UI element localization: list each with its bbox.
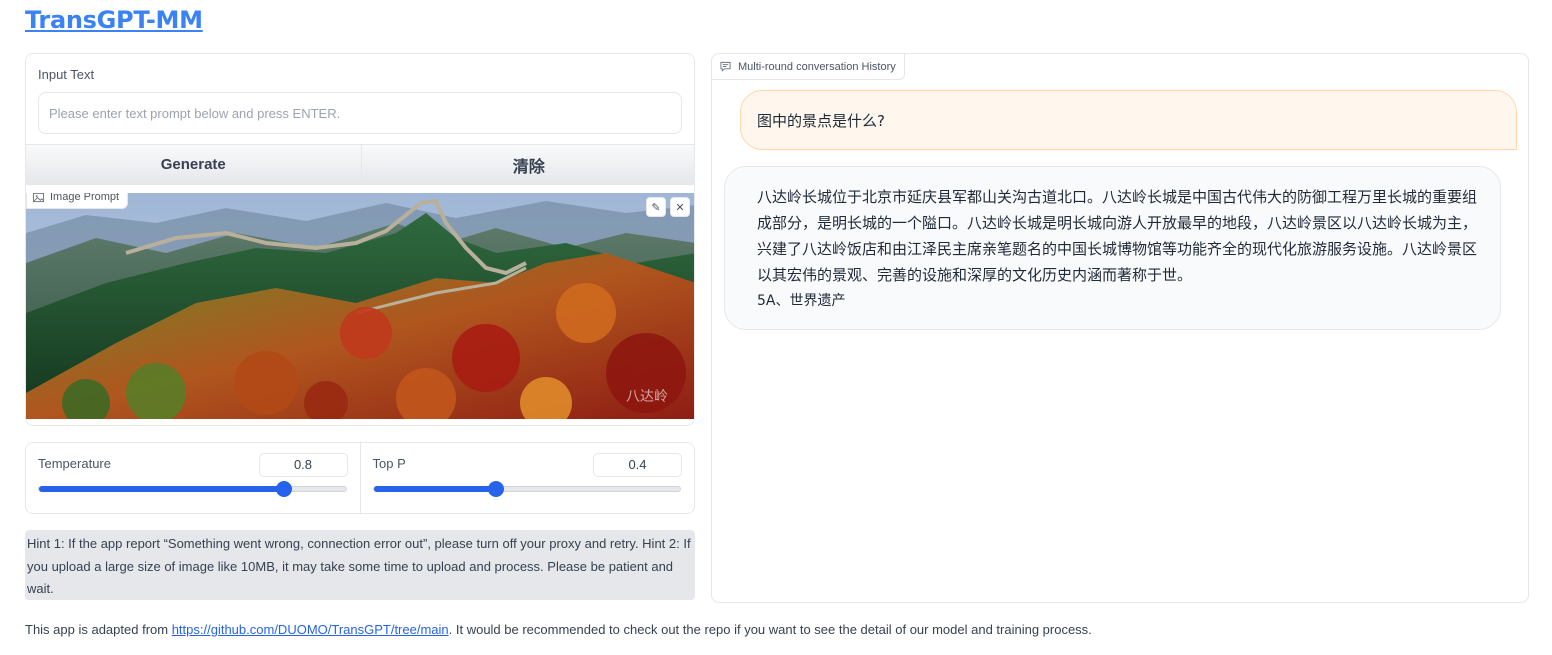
input-panel: Input Text Generate 清除 Image Prompt ✎ ✕	[25, 53, 695, 426]
text-prompt-input[interactable]	[38, 92, 682, 134]
repo-link[interactable]: https://github.com/DUOMO/TransGPT/tree/m…	[172, 622, 449, 637]
image-prompt-label-text: Image Prompt	[50, 193, 120, 203]
bot-message-extra: 5A、世界遗产	[757, 293, 846, 309]
image-prompt-label: Image Prompt	[26, 193, 129, 209]
generate-button[interactable]: Generate	[26, 145, 361, 184]
svg-text:八达岭: 八达岭	[626, 389, 668, 405]
hint-text: Hint 1: If the app report “Something wen…	[25, 530, 695, 600]
input-text-label: Input Text	[38, 67, 95, 82]
conversation-history-label-text: Multi-round conversation History	[738, 60, 896, 73]
chat-icon	[720, 61, 731, 72]
footer-suffix: . It would be recommended to check out t…	[448, 622, 1092, 637]
bot-message-text: 八达岭长城位于北京市延庆县军都山关沟古道北口。八达岭长城是中国古代伟大的防御工程…	[757, 188, 1478, 284]
top-p-slider-fill	[373, 486, 497, 492]
action-buttons: Generate 清除	[26, 144, 694, 185]
parameter-sliders: Temperature 0.8 Top P 0.4	[25, 442, 695, 514]
temperature-slider[interactable]	[38, 481, 347, 497]
top-p-slider[interactable]	[372, 481, 681, 497]
footer-prefix: This app is adapted from	[25, 622, 172, 637]
conversation-history-panel: Multi-round conversation History 图中的景点是什…	[711, 53, 1529, 603]
pencil-icon[interactable]: ✎	[646, 197, 666, 217]
top-p-value-input[interactable]: 0.4	[593, 453, 682, 477]
top-p-slider-thumb[interactable]	[488, 481, 505, 497]
image-icon	[33, 193, 44, 202]
temperature-slider-fill	[39, 486, 285, 492]
image-tools: ✎ ✕	[646, 197, 690, 217]
clear-button[interactable]: 清除	[360, 145, 694, 184]
conversation-history-label: Multi-round conversation History	[712, 54, 905, 80]
temperature-value-input[interactable]: 0.8	[258, 453, 348, 477]
top-p-label: Top P	[372, 456, 406, 471]
bot-message: 八达岭长城位于北京市延庆县军都山关沟古道北口。八达岭长城是中国古代伟大的防御工程…	[724, 166, 1501, 330]
footer-note: This app is adapted from https://github.…	[25, 622, 1092, 637]
temperature-slider-thumb[interactable]	[276, 481, 293, 497]
temperature-control: Temperature 0.8	[26, 443, 360, 513]
great-wall-photo: 八达岭	[26, 193, 694, 419]
close-icon[interactable]: ✕	[670, 197, 690, 217]
app-title-link[interactable]: TransGPT-MM	[25, 6, 203, 34]
user-message: 图中的景点是什么?	[740, 90, 1517, 150]
image-prompt-area[interactable]: Image Prompt ✎ ✕ 八达岭	[26, 193, 694, 419]
temperature-label: Temperature	[38, 456, 111, 471]
top-p-control: Top P 0.4	[359, 443, 695, 513]
